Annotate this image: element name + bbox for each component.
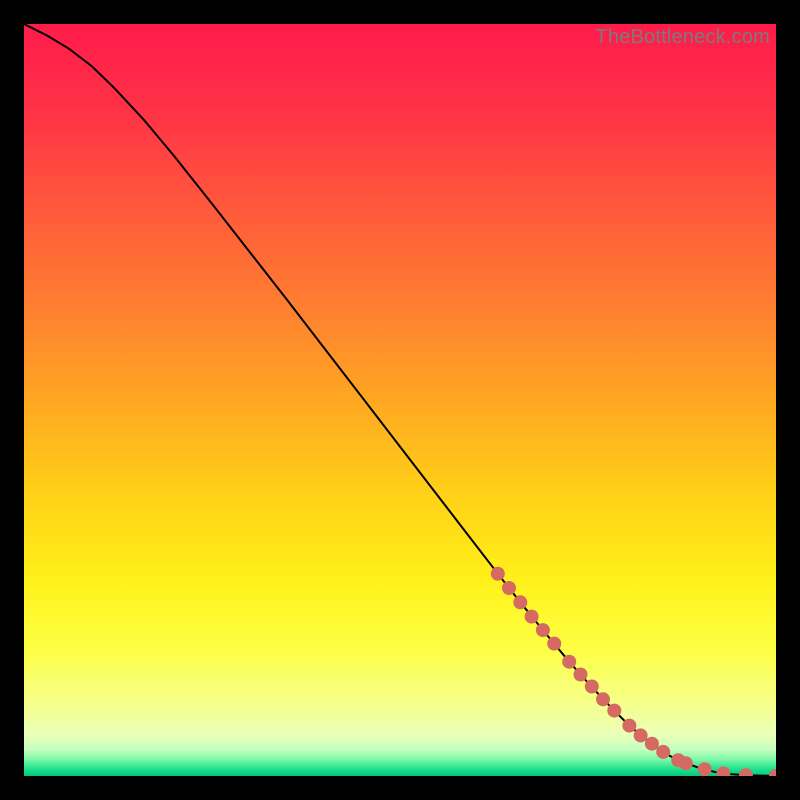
sample-dot: [698, 762, 712, 776]
sample-dot: [634, 728, 648, 742]
sample-dot: [622, 719, 636, 733]
plot-area: TheBottleneck.com: [24, 24, 776, 776]
chart-frame: TheBottleneck.com: [0, 0, 800, 800]
watermark-text: TheBottleneck.com: [595, 26, 770, 49]
sample-dot: [596, 692, 610, 706]
sample-dot: [513, 595, 527, 609]
sample-dot: [562, 655, 576, 669]
sample-dot: [491, 567, 505, 581]
sample-dot: [502, 581, 516, 595]
sample-dot: [585, 680, 599, 694]
sample-dot: [574, 668, 588, 682]
sample-dot: [645, 737, 659, 751]
sample-dot: [607, 704, 621, 718]
sample-dot: [536, 623, 550, 637]
sample-dot: [656, 745, 670, 759]
bottleneck-chart: [24, 24, 776, 776]
sample-dot: [525, 610, 539, 624]
sample-dot: [547, 637, 561, 651]
sample-dot: [679, 756, 693, 770]
gradient-background: [24, 24, 776, 776]
